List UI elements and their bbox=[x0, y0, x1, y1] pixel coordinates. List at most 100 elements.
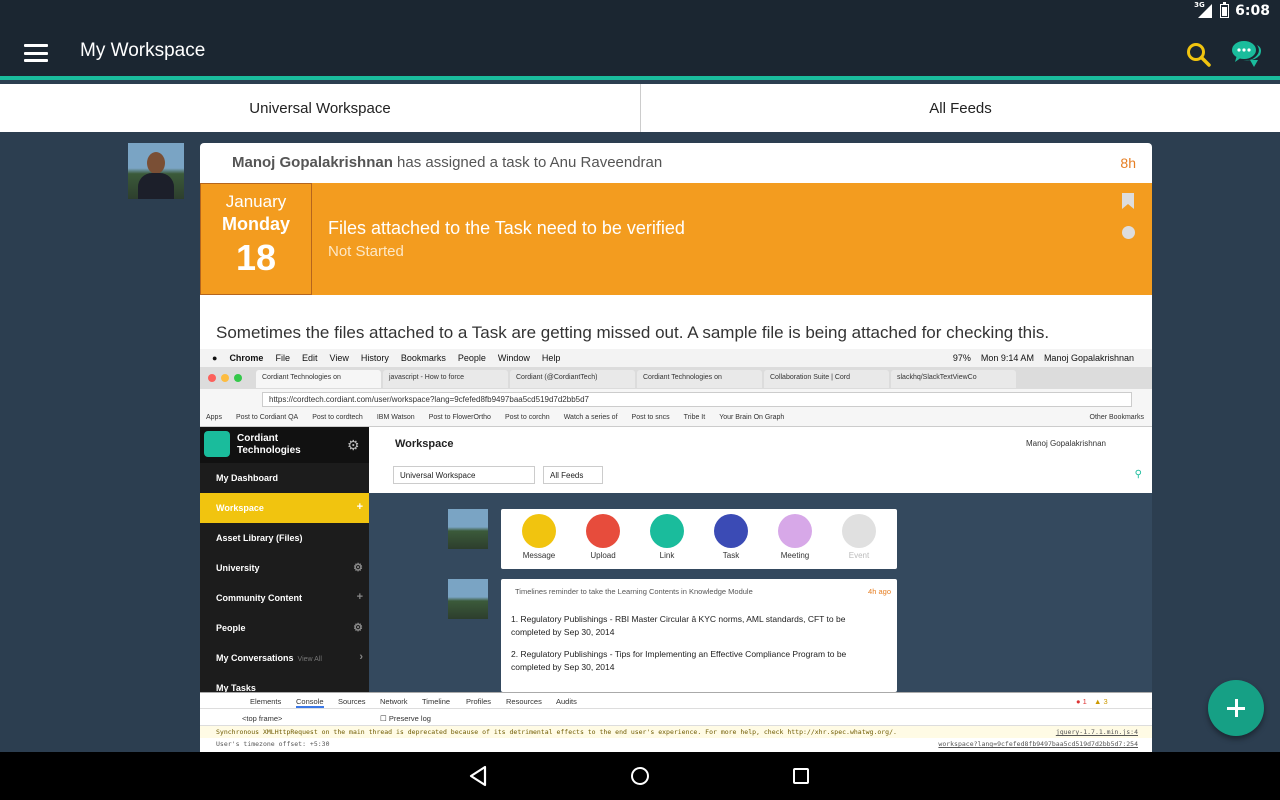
browser-tab: Collaboration Suite | Cord bbox=[764, 370, 889, 388]
mac-menubar: ● Chrome File Edit View History Bookmark… bbox=[200, 349, 1152, 367]
action-event: Event bbox=[835, 514, 883, 560]
clock: 6:08 bbox=[1235, 3, 1270, 19]
browser-tab: slackhq/SlackTextViewCo bbox=[891, 370, 1016, 388]
system-nav-bar bbox=[0, 752, 1280, 800]
task-weekday: Monday bbox=[221, 214, 290, 234]
window-controls bbox=[208, 374, 242, 382]
devtools-tab: Elements bbox=[250, 697, 282, 706]
workspace-main: Workspace Manoj Gopalakrishnan Universal… bbox=[369, 427, 1152, 692]
devtools-tab: Audits bbox=[556, 697, 577, 706]
feed-card: Manoj Gopalakrishnan has assigned a task… bbox=[200, 143, 1152, 752]
status-dot-icon bbox=[1122, 226, 1135, 239]
task-day: 18 bbox=[235, 237, 277, 278]
tab-all-feeds[interactable]: All Feeds bbox=[640, 84, 1280, 132]
browser-tabstrip: Cordiant Technologies on javascript - Ho… bbox=[200, 367, 1152, 389]
browser-tab: Cordiant (@CordiantTech) bbox=[510, 370, 635, 388]
feed-description: Sometimes the files attached to a Task a… bbox=[216, 323, 1050, 342]
bookmark-item: Apps bbox=[206, 414, 222, 421]
menu-help: Help bbox=[541, 353, 561, 363]
menu-history: History bbox=[360, 353, 389, 363]
message-icon bbox=[522, 514, 556, 548]
link-icon bbox=[650, 514, 684, 548]
devtools-tab: Timeline bbox=[422, 697, 451, 706]
feed-action: has assigned a task to bbox=[397, 154, 547, 171]
status-bar: 3G 6:08 bbox=[0, 0, 1280, 24]
sidebar-item-workspace: Workspace + bbox=[200, 493, 369, 523]
timeline-header: Timelines reminder to take the Learning … bbox=[515, 587, 753, 596]
url-field: https://cordtech.cordiant.com/user/works… bbox=[262, 392, 1132, 407]
tab-bar: Universal Workspace All Feeds bbox=[0, 84, 1280, 132]
devtools-tab: Console bbox=[296, 697, 324, 708]
signal-icon: 3G bbox=[1194, 1, 1214, 18]
devtools-tabs: Elements Console Sources Network Timelin… bbox=[200, 693, 1152, 709]
actor-name[interactable]: Manoj Gopalakrishnan bbox=[232, 154, 393, 171]
gear-icon: ⚙ bbox=[347, 437, 360, 453]
frame-select: <top frame> bbox=[242, 714, 283, 723]
task-banner[interactable]: January Monday 18 Files attached to the … bbox=[200, 183, 1152, 295]
status-icons: 3G 6:08 bbox=[1194, 1, 1270, 19]
task-date: January Monday 18 bbox=[200, 183, 312, 295]
app-bar: My Workspace bbox=[0, 24, 1280, 80]
feed-time: 8h bbox=[1120, 155, 1136, 171]
bookmark-icon[interactable] bbox=[1122, 193, 1134, 209]
action-meeting: Meeting bbox=[771, 514, 819, 560]
devtools-tab: Resources bbox=[506, 697, 542, 706]
search-icon[interactable] bbox=[1186, 42, 1212, 68]
devtools-tab: Profiles bbox=[466, 697, 492, 706]
browser-tab: Cordiant Technologies on bbox=[637, 370, 762, 388]
menu-bookmarks: Bookmarks bbox=[400, 353, 446, 363]
timeline-card: Timelines reminder to take the Learning … bbox=[501, 579, 897, 692]
attachment-image[interactable]: ● Chrome File Edit View History Bookmark… bbox=[200, 349, 1152, 752]
task-icon bbox=[714, 514, 748, 548]
devtools-panel: Elements Console Sources Network Timelin… bbox=[200, 692, 1152, 752]
sidebar-item-people: People ⚙ bbox=[216, 622, 363, 634]
menu-file: File bbox=[275, 353, 290, 363]
console-warning: Synchronous XMLHttpRequest on the main t… bbox=[200, 726, 1152, 738]
sidebar-item-dashboard: My Dashboard bbox=[216, 473, 279, 483]
bookmark-item: Post to cordtech bbox=[312, 414, 363, 421]
sidebar-item-university: University ⚙ bbox=[216, 562, 363, 574]
log-source-link: workspace?lang=9cfefed8fb9497baa5cd519d7… bbox=[938, 740, 1138, 748]
browser-tab: javascript - How to force bbox=[383, 370, 508, 388]
error-count: ● 1 bbox=[1076, 697, 1087, 706]
menu-icon[interactable] bbox=[24, 44, 48, 62]
bookmark-item: Post to corchn bbox=[504, 414, 550, 421]
action-card: Message Upload Link Task Meeting Event bbox=[501, 509, 897, 569]
chat-icon[interactable] bbox=[1230, 38, 1264, 70]
devtools-tab: Sources bbox=[338, 697, 366, 706]
sidebar-item-conversations: My Conversations View All › bbox=[216, 651, 363, 663]
brand-name: Cordiant Technologies bbox=[237, 433, 301, 456]
workspace-select: Universal Workspace bbox=[393, 466, 535, 484]
cordiant-logo-icon bbox=[204, 431, 230, 457]
mac-user: Manoj Gopalakrishnan bbox=[1043, 353, 1134, 363]
avatar[interactable] bbox=[128, 143, 184, 199]
feeds-select: All Feeds bbox=[543, 466, 603, 484]
bookmarks-bar: Apps Post to Cordiant QA Post to cordtec… bbox=[200, 411, 1152, 427]
task-month: January bbox=[225, 192, 287, 211]
recents-icon[interactable] bbox=[793, 768, 809, 784]
battery-icon bbox=[1220, 2, 1230, 18]
tab-universal-workspace[interactable]: Universal Workspace bbox=[0, 84, 640, 132]
task-title: Files attached to the Task need to be ve… bbox=[328, 218, 685, 238]
assignee-name[interactable]: Anu Raveendran bbox=[550, 154, 663, 171]
address-bar: https://cordtech.cordiant.com/user/works… bbox=[200, 389, 1152, 411]
home-icon[interactable] bbox=[631, 767, 649, 785]
sidebar-brand: Cordiant Technologies ⚙ bbox=[200, 427, 369, 463]
timeline-item: 1. Regulatory Publishings - RBI Master C… bbox=[511, 614, 846, 637]
accent-line bbox=[0, 76, 1280, 80]
devtools-tab: Network bbox=[380, 697, 408, 706]
bookmark-item: Post to sncs bbox=[631, 414, 670, 421]
timeline-item: 2. Regulatory Publishings - Tips for Imp… bbox=[511, 649, 847, 672]
upload-icon bbox=[586, 514, 620, 548]
back-icon[interactable] bbox=[468, 765, 488, 787]
page-title: My Workspace bbox=[80, 40, 206, 61]
menu-edit: Edit bbox=[301, 353, 318, 363]
add-button[interactable] bbox=[1208, 680, 1264, 736]
action-task: Task bbox=[707, 514, 755, 560]
action-link: Link bbox=[643, 514, 691, 560]
warning-source-link: jquery-1.7.1.min.js:4 bbox=[1055, 728, 1138, 736]
workspace-header: Workspace Manoj Gopalakrishnan Universal… bbox=[369, 427, 1152, 493]
devtools-filter: <top frame> ☐ Preserve log bbox=[200, 710, 1152, 726]
menu-chrome: Chrome bbox=[229, 353, 264, 363]
workspace-title: Workspace bbox=[395, 438, 454, 450]
